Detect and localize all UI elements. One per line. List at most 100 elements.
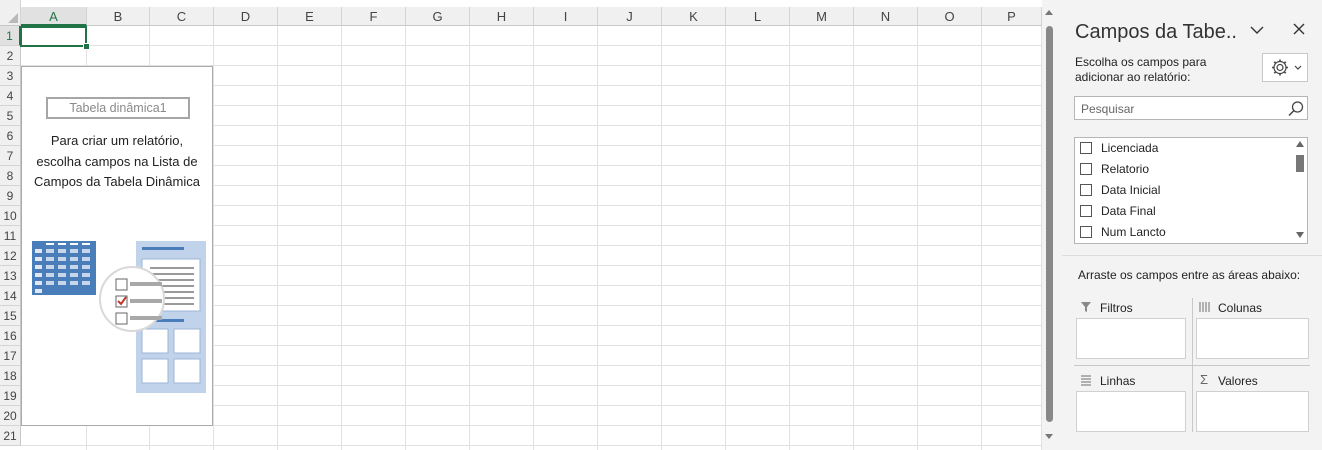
row-header-21[interactable]: 21 bbox=[0, 426, 21, 446]
field-checkbox[interactable] bbox=[1080, 163, 1092, 175]
area-divider-horizontal bbox=[1074, 365, 1310, 366]
pivot-table-name: Tabela dinâmica1 bbox=[46, 97, 190, 119]
row-header-7[interactable]: 7 bbox=[0, 146, 21, 166]
rows-area-title: Linhas bbox=[1100, 374, 1136, 388]
row-header-12[interactable]: 12 bbox=[0, 246, 21, 266]
field-item[interactable]: Data Inicial bbox=[1079, 180, 1289, 200]
field-checkbox[interactable] bbox=[1080, 205, 1092, 217]
field-item[interactable]: Data Final bbox=[1079, 201, 1289, 221]
row-header-9[interactable]: 9 bbox=[0, 186, 21, 206]
chevron-down-icon[interactable] bbox=[1247, 22, 1267, 38]
active-cell[interactable] bbox=[20, 26, 87, 47]
column-header-a[interactable]: A bbox=[21, 7, 87, 26]
column-header-m[interactable]: M bbox=[790, 7, 854, 26]
column-header-f[interactable]: F bbox=[342, 7, 406, 26]
field-label: Relatorio bbox=[1101, 162, 1150, 176]
row-header-3[interactable]: 3 bbox=[0, 66, 21, 86]
select-all-corner[interactable] bbox=[0, 0, 21, 26]
close-icon[interactable] bbox=[1290, 20, 1308, 38]
row-header-19[interactable]: 19 bbox=[0, 386, 21, 406]
field-label: Licenciada bbox=[1101, 141, 1159, 155]
values-drop-area[interactable] bbox=[1196, 391, 1309, 432]
gridline bbox=[853, 26, 854, 450]
scroll-thumb[interactable] bbox=[1296, 155, 1304, 172]
column-header-l[interactable]: L bbox=[726, 7, 790, 26]
row-header-17[interactable]: 17 bbox=[0, 346, 21, 366]
scroll-up-icon[interactable] bbox=[1045, 10, 1053, 15]
pivot-fields-pane: Campos da Tabe.. Escolha os campos para … bbox=[1062, 0, 1322, 450]
column-header-b[interactable]: B bbox=[87, 7, 150, 26]
filter-icon bbox=[1081, 302, 1091, 312]
toolbar-gap bbox=[0, 0, 1042, 7]
row-header-20[interactable]: 20 bbox=[0, 406, 21, 426]
row-header-5[interactable]: 5 bbox=[0, 106, 21, 126]
row-header-15[interactable]: 15 bbox=[0, 306, 21, 326]
choose-fields-label-line: Escolha os campos para bbox=[1075, 55, 1207, 69]
row-header-16[interactable]: 16 bbox=[0, 326, 21, 346]
scroll-thumb[interactable] bbox=[1046, 26, 1053, 422]
drag-fields-label: Arraste os campos entre as áreas abaixo: bbox=[1078, 268, 1301, 282]
search-input[interactable] bbox=[1075, 97, 1288, 121]
scroll-down-icon[interactable] bbox=[1045, 434, 1053, 439]
row-header-6[interactable]: 6 bbox=[0, 126, 21, 146]
pivot-table-placeholder[interactable]: Tabela dinâmica1 Para criar um relatório… bbox=[21, 66, 213, 426]
field-item[interactable]: Relatorio bbox=[1079, 159, 1289, 179]
gridline bbox=[789, 26, 790, 450]
columns-drop-area[interactable] bbox=[1196, 318, 1309, 359]
column-header-n[interactable]: N bbox=[854, 7, 918, 26]
pivot-illustration bbox=[32, 241, 206, 393]
gridline bbox=[661, 26, 662, 450]
field-list[interactable]: Licenciada Relatorio Data Inicial Data Fina… bbox=[1074, 137, 1308, 244]
row-header-13[interactable]: 13 bbox=[0, 266, 21, 286]
column-header-c[interactable]: C bbox=[150, 7, 214, 26]
column-header-h[interactable]: H bbox=[470, 7, 534, 26]
column-header-e[interactable]: E bbox=[278, 7, 342, 26]
gridline bbox=[21, 445, 1042, 446]
fill-handle[interactable] bbox=[83, 43, 90, 50]
gridline bbox=[725, 26, 726, 450]
row-header-18[interactable]: 18 bbox=[0, 366, 21, 386]
row-header-11[interactable]: 11 bbox=[0, 226, 21, 246]
row-header-8[interactable]: 8 bbox=[0, 166, 21, 186]
gridline bbox=[533, 26, 534, 450]
column-header-o[interactable]: O bbox=[918, 7, 982, 26]
gridline bbox=[213, 26, 214, 450]
field-list-tools-button[interactable] bbox=[1262, 53, 1308, 82]
row-header-2[interactable]: 2 bbox=[0, 46, 21, 66]
filters-drop-area[interactable] bbox=[1076, 318, 1186, 359]
field-checkbox[interactable] bbox=[1080, 142, 1092, 154]
row-header-1[interactable]: 1 bbox=[0, 26, 21, 46]
divider bbox=[1062, 255, 1322, 256]
sheet-vertical-scrollbar[interactable] bbox=[1042, 0, 1056, 450]
row-header-10[interactable]: 10 bbox=[0, 206, 21, 226]
sigma-icon: Σ bbox=[1200, 372, 1209, 387]
field-checkbox[interactable] bbox=[1080, 226, 1092, 238]
columns-icon bbox=[1199, 302, 1210, 312]
column-header-d[interactable]: D bbox=[214, 7, 278, 26]
gridline bbox=[981, 26, 982, 450]
field-label: Data Final bbox=[1101, 204, 1156, 218]
choose-fields-label: Escolha os campos para adicionar ao rela… bbox=[1075, 55, 1240, 85]
rows-icon bbox=[1081, 375, 1091, 386]
field-checkbox[interactable] bbox=[1080, 184, 1092, 196]
gridline bbox=[469, 26, 470, 450]
column-header-j[interactable]: J bbox=[598, 7, 662, 26]
scroll-down-icon[interactable] bbox=[1296, 232, 1304, 238]
search-field[interactable] bbox=[1074, 96, 1308, 121]
column-header-k[interactable]: K bbox=[662, 7, 726, 26]
scroll-up-icon[interactable] bbox=[1296, 141, 1304, 147]
column-header-p[interactable]: P bbox=[982, 7, 1042, 26]
field-list-scrollbar[interactable] bbox=[1293, 138, 1307, 243]
row-header-14[interactable]: 14 bbox=[0, 286, 21, 306]
column-header-i[interactable]: I bbox=[534, 7, 598, 26]
pivot-instructions: Para criar um relatório, escolha campos … bbox=[26, 131, 208, 193]
field-item[interactable]: Num Lancto bbox=[1079, 222, 1289, 242]
field-item[interactable]: Licenciada bbox=[1079, 138, 1289, 158]
column-header-g[interactable]: G bbox=[406, 7, 470, 26]
pivot-instructions-line: Campos da Tabela Dinâmica bbox=[34, 174, 200, 189]
row-header-4[interactable]: 4 bbox=[0, 86, 21, 106]
search-icon[interactable] bbox=[1287, 100, 1305, 118]
rows-drop-area[interactable] bbox=[1076, 391, 1186, 432]
spreadsheet-grid[interactable]: ABCDEFGHIJKLMNOP 1 2 3 4 5 6 7 8 9 10 11 12 13 14 15 16… bbox=[0, 0, 1042, 450]
gridline bbox=[917, 26, 918, 450]
